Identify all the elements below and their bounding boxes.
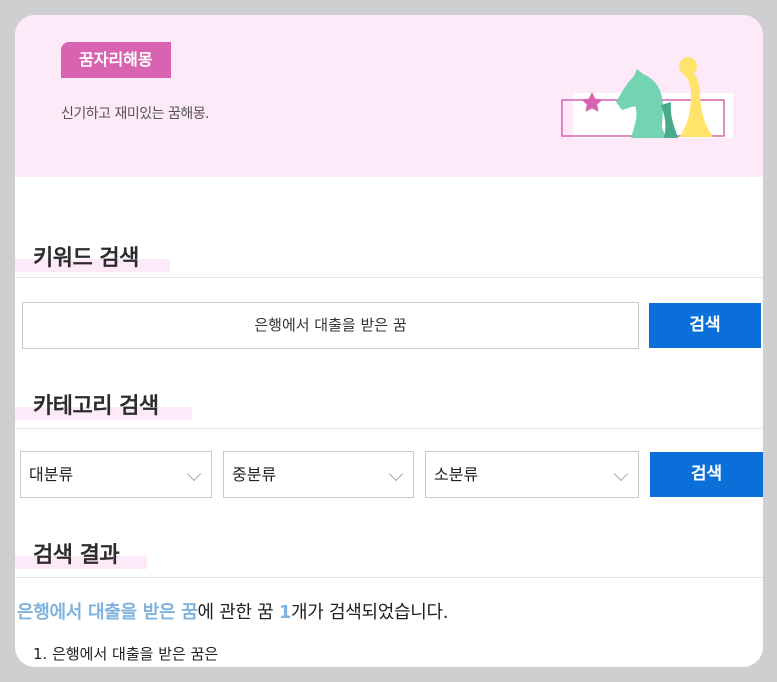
keyword-section-title: 키워드 검색	[15, 240, 170, 272]
result-query[interactable]: 은행에서 대출을 받은 꿈	[17, 602, 198, 623]
select-value: 소분류	[434, 465, 479, 484]
chevron-down-icon	[388, 466, 404, 482]
divider	[15, 277, 763, 278]
category-major-select[interactable]: 대분류	[20, 451, 212, 498]
keyword-search-button[interactable]: 검색	[649, 303, 761, 348]
divider	[15, 577, 763, 578]
brand-badge[interactable]: 꿈자리해몽	[61, 42, 171, 78]
keyword-search-input[interactable]: 은행에서 대출을 받은 꿈	[22, 302, 639, 349]
result-count: 1	[278, 602, 292, 623]
result-list-item[interactable]: 1. 은행에서 대출을 받은 꿈은	[33, 643, 218, 664]
page-card: 꿈자리해몽 신기하고 재미있는 꿈해몽. 키워드 검색 은행에서 대출을 받은 …	[15, 15, 763, 667]
divider	[15, 428, 763, 429]
chess-knight-illustration	[561, 57, 733, 138]
tagline: 신기하고 재미있는 꿈해몽.	[61, 106, 210, 122]
select-value: 중분류	[232, 465, 277, 484]
result-text-end: 개가 검색되었습니다.	[291, 602, 449, 623]
chevron-down-icon	[613, 466, 629, 482]
select-value: 대분류	[29, 465, 74, 484]
hero-banner: 꿈자리해몽 신기하고 재미있는 꿈해몽.	[15, 15, 763, 177]
category-minor-select[interactable]: 소분류	[425, 451, 639, 498]
category-middle-select[interactable]: 중분류	[223, 451, 414, 498]
results-section-title: 검색 결과	[15, 537, 147, 569]
chevron-down-icon	[186, 466, 202, 482]
result-summary: 은행에서 대출을 받은 꿈에 관한 꿈 1개가 검색되었습니다.	[17, 598, 449, 624]
category-search-button[interactable]: 검색	[650, 452, 763, 497]
result-text-mid: 에 관한 꿈	[197, 602, 279, 623]
category-section-title: 카테고리 검색	[15, 388, 192, 420]
